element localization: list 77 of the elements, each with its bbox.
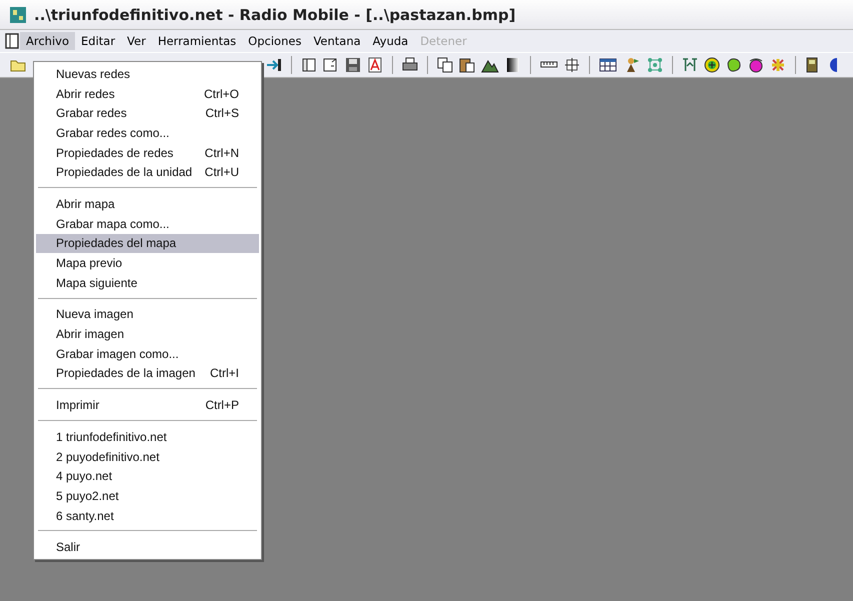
menu-item[interactable]: Grabar redes Ctrl+S — [36, 103, 259, 124]
menu-item[interactable]: Abrir mapa — [36, 194, 259, 214]
menu-item[interactable]: Abrir redes Ctrl+O — [36, 84, 259, 104]
menu-item-label: Propiedades de la unidad — [56, 165, 192, 180]
menu-item[interactable]: Ayuda — [366, 32, 414, 50]
shortcut: Ctrl+P — [205, 398, 239, 412]
copy-icon[interactable] — [437, 57, 453, 73]
menu-item-label: Salir — [56, 540, 80, 554]
shortcut: Ctrl+O — [204, 86, 239, 101]
document-icon[interactable] — [323, 57, 339, 73]
menu-item-label: Abrir redes — [56, 86, 115, 101]
menu-item-label: Nueva imagen — [56, 307, 134, 322]
menu-item[interactable]: Grabar imagen como... — [36, 344, 259, 364]
menu-item[interactable]: Grabar redes como... — [36, 123, 259, 143]
clipboard-icon[interactable] — [459, 57, 475, 73]
folder-icon[interactable] — [10, 58, 26, 72]
menu-item[interactable]: Propiedades de redes Ctrl+N — [36, 142, 259, 162]
menu-item[interactable]: 4 puyo.net — [36, 466, 259, 486]
window-icon[interactable] — [301, 57, 317, 73]
menu-item-label: Mapa previo — [56, 256, 122, 270]
menu-item[interactable]: Archivo — [20, 32, 75, 50]
menu-item[interactable]: Editar — [75, 32, 122, 50]
menu-item-label: 2 puyodefinitivo.net — [56, 450, 160, 464]
menu-item[interactable]: Mapa siguiente — [36, 272, 259, 293]
menu-item[interactable]: Propiedades de la unidad Ctrl+U — [36, 162, 259, 182]
menu-item[interactable]: Ver — [121, 32, 152, 50]
menu-item-label: Propiedades del mapa — [56, 236, 176, 250]
radio-icon[interactable] — [805, 57, 819, 73]
menu-item[interactable]: Propiedades de la imagen Ctrl+I — [36, 364, 259, 384]
crosshair-icon[interactable] — [564, 57, 580, 73]
shortcut: Ctrl+I — [210, 366, 239, 380]
menu-item-label: Abrir mapa — [56, 196, 115, 211]
menu-item-label: Grabar redes — [56, 106, 127, 120]
menu-item[interactable]: Herramientas — [152, 32, 242, 50]
menu-item-label: Abrir imagen — [56, 327, 124, 342]
menu-item[interactable]: 6 santy.net — [36, 506, 259, 526]
menu-item[interactable]: Abrir imagen — [36, 324, 259, 344]
menu-item[interactable]: Nuevas redes — [36, 64, 259, 84]
window-title: ..\triunfodefinitivo.net - Radio Mobile - [..\pastazan.bmp] — [34, 6, 516, 24]
menu-item-label: 6 santy.net — [56, 508, 114, 523]
menu-item[interactable]: 1 triunfodefinitivo.net — [36, 427, 259, 447]
gradient-icon[interactable] — [505, 57, 521, 73]
network-icon[interactable] — [770, 57, 786, 73]
arrow-to-bar-icon[interactable] — [266, 57, 282, 73]
menu-item[interactable]: Mapa previo — [36, 253, 259, 273]
coverage-icon[interactable] — [726, 57, 742, 73]
menu-item[interactable]: 2 puyodefinitivo.net — [36, 446, 259, 466]
menu-item[interactable]: Opciones — [242, 32, 308, 50]
menu-item-label: Grabar imagen como... — [56, 346, 179, 361]
coverage-icon[interactable] — [704, 57, 720, 73]
app-icon — [10, 6, 26, 22]
menu-item-label: Mapa siguiente — [56, 276, 138, 290]
menu-item[interactable]: Imprimir Ctrl+P — [36, 395, 259, 415]
table-icon[interactable] — [599, 57, 617, 73]
shortcut: Ctrl+S — [205, 106, 239, 120]
menu-item-label: Grabar mapa como... — [56, 216, 170, 231]
menu-item-label: Grabar redes como... — [56, 126, 170, 140]
document-icon[interactable] — [367, 57, 383, 73]
menu-item[interactable]: Propiedades del mapa — [36, 234, 259, 254]
printer-icon[interactable] — [402, 57, 418, 73]
menu-item-label: Imprimir — [56, 398, 100, 412]
shortcut: Ctrl+U — [204, 165, 239, 180]
eye-icon[interactable] — [748, 57, 764, 73]
window-icon[interactable] — [4, 33, 20, 49]
menu-item-label: Nuevas redes — [56, 66, 130, 81]
menu-item-label: 4 puyo.net — [56, 469, 112, 484]
menu-item[interactable]: Salir — [36, 537, 259, 558]
menu-item[interactable]: 5 puyo2.net — [36, 486, 259, 506]
menu-item[interactable]: Grabar mapa como... — [36, 214, 259, 234]
menu-item-label: 1 triunfodefinitivo.net — [56, 430, 167, 444]
menu-item-label: 5 puyo2.net — [56, 488, 119, 503]
menu-item[interactable]: Ventana — [307, 32, 367, 50]
menu-item-label: Propiedades de la imagen — [56, 366, 196, 380]
menu-item[interactable]: Nueva imagen — [36, 304, 259, 324]
menu-item-label: Propiedades de redes — [56, 146, 174, 160]
antenna-icon[interactable] — [682, 57, 698, 73]
shortcut: Ctrl+N — [204, 146, 239, 160]
